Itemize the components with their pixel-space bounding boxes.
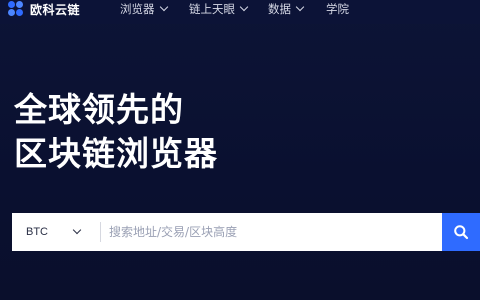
search-input[interactable]	[101, 213, 480, 251]
nav-item-label: 学院	[326, 2, 349, 16]
nav-item-data[interactable]: 数据	[268, 0, 305, 18]
nav-item-label: 链上天眼	[189, 2, 235, 16]
nav-item-academy[interactable]: 学院	[326, 0, 349, 18]
chevron-down-icon	[159, 2, 168, 12]
chevron-down-icon	[295, 2, 305, 12]
chevron-down-icon	[239, 2, 249, 12]
coin-select-dropdown[interactable]: BTC	[12, 213, 88, 251]
brand-logo[interactable]: 欧科云链	[8, 0, 80, 18]
nav-item-label: 浏览器	[120, 2, 155, 16]
nav-item-label: 数据	[268, 2, 291, 16]
search-bar: BTC	[12, 213, 480, 251]
top-navbar: 欧科云链 浏览器 链上天眼 数据 学院	[0, 0, 480, 24]
coin-select-value: BTC	[26, 226, 48, 238]
brand-name: 欧科云链	[30, 2, 81, 17]
nav-item-browser[interactable]: 浏览器	[120, 0, 168, 18]
nav-item-onchain-eye[interactable]: 链上天眼	[189, 0, 249, 18]
logo-icon	[8, 1, 26, 17]
search-button[interactable]	[442, 213, 480, 251]
search-icon	[454, 225, 469, 240]
hero-title-line-1: 全球领先的	[14, 90, 184, 129]
chevron-down-icon	[72, 225, 82, 235]
page: 欧科云链 浏览器 链上天眼 数据 学院 全球领先的 区块链浏览器 BTC	[0, 0, 480, 300]
hero-title-line-2: 区块链浏览器	[14, 134, 218, 173]
